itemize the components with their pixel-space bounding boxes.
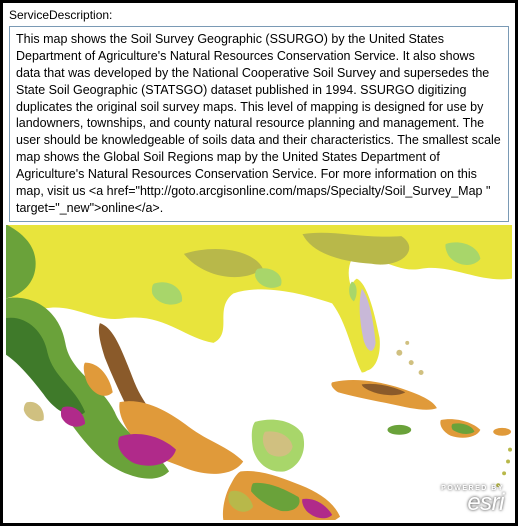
service-description-text: This map shows the Soil Survey Geographi… [9,26,509,222]
header-row: ServiceDescription: [3,3,515,26]
app-frame: ServiceDescription: This map shows the S… [0,0,518,526]
map-viewport[interactable]: POWERED BY esri [6,225,512,520]
soil-map-svg [6,225,512,520]
service-description-label: ServiceDescription: [9,8,112,22]
